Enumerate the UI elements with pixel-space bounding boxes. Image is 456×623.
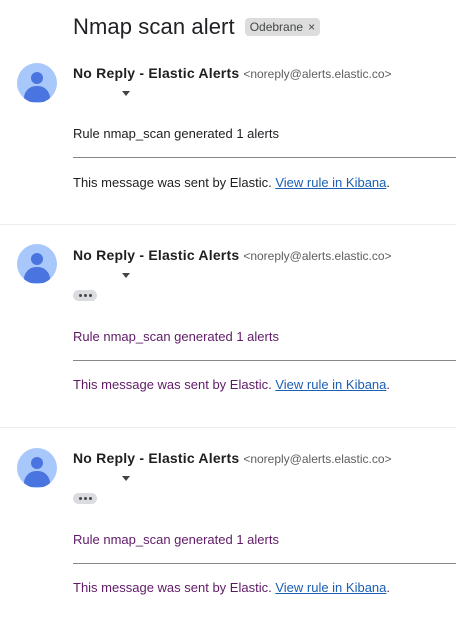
sender-avatar[interactable] xyxy=(17,448,57,488)
footer-text: This message was sent by Elastic. xyxy=(73,175,272,190)
dot xyxy=(83,294,87,297)
show-trimmed-content-button[interactable] xyxy=(73,290,97,301)
sender-line: No Reply - Elastic Alerts <noreply@alert… xyxy=(73,247,392,263)
label-chip-inbox[interactable]: Odebrane × xyxy=(244,18,321,36)
avatar-body-shape xyxy=(24,471,50,487)
show-trimmed-content-button[interactable] xyxy=(73,493,97,504)
show-details-chevron-down-icon[interactable] xyxy=(122,476,130,481)
footer-period: . xyxy=(386,580,391,595)
sender-line: No Reply - Elastic Alerts <noreply@alert… xyxy=(73,65,392,81)
message-body: Rule nmap_scan generated 1 alerts xyxy=(73,329,279,344)
footer-text: This message was sent by Elastic. xyxy=(73,580,272,595)
sender-email: <noreply@alerts.elastic.co> xyxy=(243,249,392,263)
footer-text: This message was sent by Elastic. xyxy=(73,377,272,392)
email-subject: Nmap scan alert xyxy=(73,14,235,39)
message-body: Rule nmap_scan generated 1 alerts xyxy=(73,126,279,141)
dot xyxy=(78,294,82,297)
message-body: Rule nmap_scan generated 1 alerts xyxy=(73,532,279,547)
dot xyxy=(88,294,92,297)
sender-line: No Reply - Elastic Alerts <noreply@alert… xyxy=(73,450,392,466)
avatar-body-shape xyxy=(24,267,50,283)
avatar-head-shape xyxy=(31,457,43,469)
label-chip-text: Odebrane xyxy=(249,20,304,34)
divider xyxy=(73,563,456,564)
sender-avatar[interactable] xyxy=(17,244,57,284)
message-2: No Reply - Elastic Alerts <noreply@alert… xyxy=(0,225,456,428)
message-footer: This message was sent by Elastic. View r… xyxy=(73,580,390,595)
avatar-head-shape xyxy=(31,72,43,84)
sender-name[interactable]: No Reply - Elastic Alerts xyxy=(73,247,239,263)
subject-row: Nmap scan alert Odebrane × xyxy=(73,14,321,40)
view-rule-in-kibana-link[interactable]: View rule in Kibana xyxy=(275,580,386,595)
divider xyxy=(73,360,456,361)
view-rule-in-kibana-link[interactable]: View rule in Kibana xyxy=(275,377,386,392)
dot xyxy=(88,497,92,500)
view-rule-in-kibana-link[interactable]: View rule in Kibana xyxy=(275,175,386,190)
dot xyxy=(78,497,82,500)
sender-email: <noreply@alerts.elastic.co> xyxy=(243,67,392,81)
sender-email: <noreply@alerts.elastic.co> xyxy=(243,452,392,466)
footer-period: . xyxy=(386,377,391,392)
dot xyxy=(83,497,87,500)
sender-avatar[interactable] xyxy=(17,63,57,103)
sender-name[interactable]: No Reply - Elastic Alerts xyxy=(73,450,239,466)
sender-name[interactable]: No Reply - Elastic Alerts xyxy=(73,65,239,81)
message-1: No Reply - Elastic Alerts <noreply@alert… xyxy=(0,50,456,225)
remove-label-icon[interactable]: × xyxy=(308,20,315,34)
divider xyxy=(73,157,456,158)
avatar-body-shape xyxy=(24,86,50,102)
message-3: No Reply - Elastic Alerts <noreply@alert… xyxy=(0,428,456,623)
message-footer: This message was sent by Elastic. View r… xyxy=(73,377,390,392)
avatar-head-shape xyxy=(31,253,43,265)
message-footer: This message was sent by Elastic. View r… xyxy=(73,175,390,190)
show-details-chevron-down-icon[interactable] xyxy=(122,91,130,96)
footer-period: . xyxy=(386,175,391,190)
show-details-chevron-down-icon[interactable] xyxy=(122,273,130,278)
